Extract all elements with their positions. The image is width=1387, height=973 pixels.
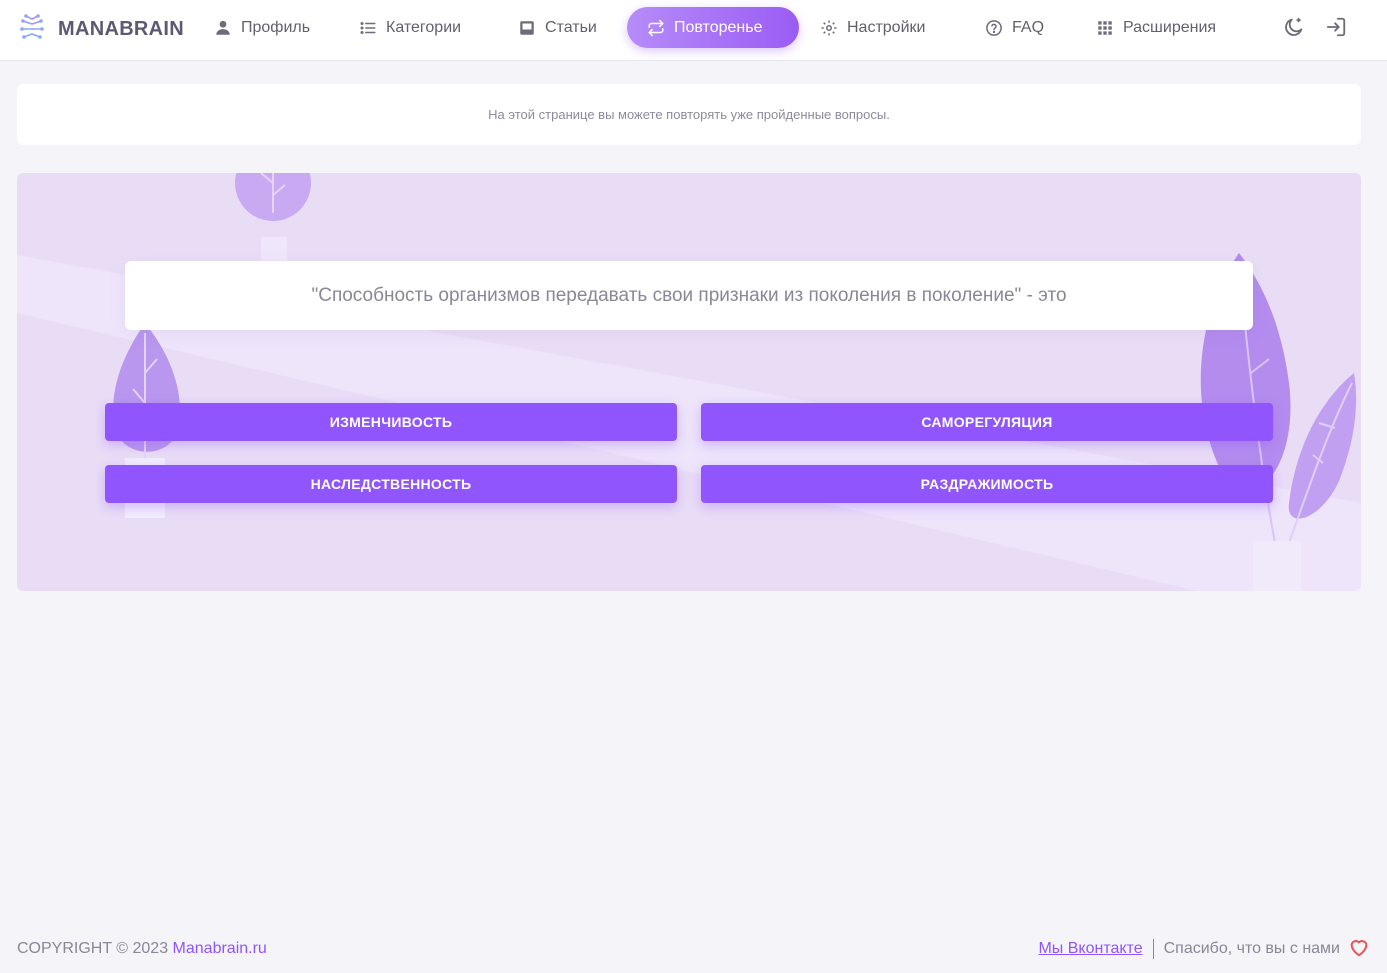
moon-icon[interactable]	[1283, 16, 1305, 38]
brain-logo-icon	[16, 11, 48, 48]
footer-copyright: COPYRIGHT © 2023 Manabrain.ru	[17, 940, 267, 958]
nav-item-faq[interactable]: FAQ	[971, 7, 1058, 48]
nav-item-extensions[interactable]: Расширения	[1082, 7, 1230, 48]
answer-button-3[interactable]: НАСЛЕДСТВЕННОСТЬ	[105, 465, 677, 503]
brand[interactable]: MANABRAIN	[16, 12, 184, 46]
user-icon	[216, 20, 230, 35]
nav-item-label: Категории	[386, 18, 462, 36]
info-text: На этой странице вы можете повторять уже…	[488, 107, 890, 122]
footer-divider	[1152, 939, 1154, 959]
nav-item-repeat[interactable]: Повторенье	[627, 7, 799, 48]
question-card: "Способность организмов передавать свои …	[125, 261, 1253, 330]
site-link[interactable]: Manabrain.ru	[173, 940, 267, 957]
nav-item-label: Повторенье	[674, 18, 763, 36]
footer-right: Мы Вконтакте Спасибо, что вы с нами	[1038, 936, 1370, 962]
nav-item-label: Профиль	[241, 18, 311, 36]
grid-icon	[1098, 20, 1112, 35]
nav-item-categories[interactable]: Категории	[345, 7, 475, 48]
quiz-panel: "Способность организмов передавать свои …	[17, 173, 1361, 591]
info-card: На этой странице вы можете повторять уже…	[17, 84, 1361, 145]
nav-item-profile[interactable]: Профиль	[200, 7, 324, 48]
nav-item-label: Настройки	[847, 18, 926, 36]
gear-icon	[821, 20, 837, 35]
answer-button-2[interactable]: САМОРЕГУЛЯЦИЯ	[701, 403, 1273, 441]
vk-link[interactable]: Мы Вконтакте	[1038, 940, 1142, 958]
brand-name: MANABRAIN	[58, 17, 185, 40]
thanks-text: Спасибо, что вы с нами	[1163, 940, 1340, 957]
help-circle-icon	[986, 19, 1002, 36]
logout-icon[interactable]	[1325, 16, 1347, 38]
nav-item-label: Расширения	[1123, 18, 1217, 36]
repeat-icon	[648, 19, 664, 36]
heart-icon	[1348, 936, 1370, 963]
answer-button-1[interactable]: ИЗМЕНЧИВОСТЬ	[105, 403, 677, 441]
copyright-text: COPYRIGHT © 2023	[17, 940, 173, 957]
answer-button-4[interactable]: РАЗДРАЖИМОСТЬ	[701, 465, 1273, 503]
list-icon	[360, 21, 376, 34]
nav-item-label: FAQ	[1012, 18, 1045, 36]
nav-item-articles[interactable]: Статьи	[504, 7, 611, 48]
plant-illustration	[17, 173, 1361, 591]
nav-item-settings[interactable]: Настройки	[806, 7, 939, 48]
question-text: "Способность организмов передавать свои …	[311, 284, 1067, 306]
article-icon	[520, 20, 534, 35]
top-navbar: MANABRAIN Профиль Категории Статьи Повто…	[0, 0, 1387, 61]
nav-item-label: Статьи	[545, 18, 597, 36]
